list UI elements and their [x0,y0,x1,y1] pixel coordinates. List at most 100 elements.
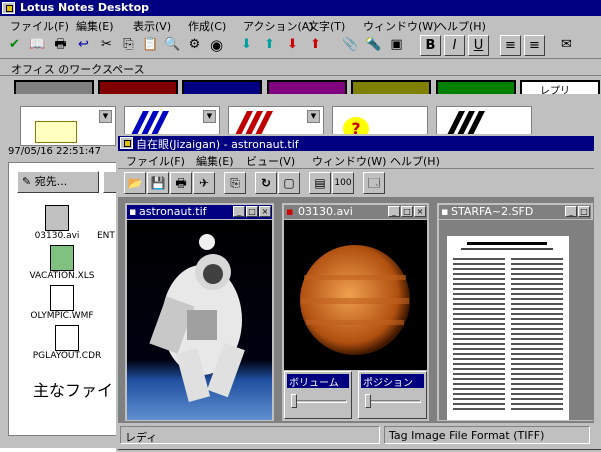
minimize-icon[interactable]: _ [233,206,245,217]
properties-icon[interactable]: ⚙ [184,35,205,56]
jizaigan-system-menu-icon[interactable] [120,137,133,149]
find-icon[interactable]: 🔍 [162,35,183,56]
align-left-icon[interactable]: ≡ [500,35,521,56]
file-item-avi[interactable]: 03130.avi [27,205,87,241]
next-unread-icon[interactable]: ⬇ [282,35,303,56]
minimize-icon[interactable]: _ [565,206,577,217]
lotus-system-menu-icon[interactable] [2,2,15,14]
maximize-icon[interactable]: □ [401,206,413,217]
document-title-bar[interactable]: ▪ STARFA~2.SFD _ □ [439,205,591,219]
thumbnail-icon[interactable]: ▤ [309,172,331,194]
prev-unread-icon[interactable]: ⬆ [305,35,326,56]
jiz-menu-file[interactable]: ファイル(F) [126,153,185,169]
main-file-heading: 主なファイ [33,381,114,400]
file-item-wmf[interactable]: OLYMPIC.WMF [27,285,97,321]
scan-icon[interactable]: ✈ [193,172,215,194]
mail-send-icon[interactable]: ✉ [556,35,577,56]
workspace-tab-1[interactable] [14,80,94,94]
astronaut-title-bar[interactable]: ▪ astronaut.tif _ □ × [127,205,272,219]
jiz-menu-help[interactable]: ヘルプ(H) [390,153,440,169]
doc-icon: ▪ [441,205,449,218]
video-window[interactable]: ▪ 03130.avi _ □ × ボリューム ポジション [281,202,430,422]
arrow-down-icon[interactable]: ⬇ [236,35,257,56]
maximize-icon[interactable]: □ [246,206,258,217]
select-icon[interactable]: ▢ [278,172,300,194]
video-title-bar[interactable]: ▪ 03130.avi _ □ × [284,205,427,219]
lotus-menu-bar: ファイル(F) 編集(E) 表示(V) 作成(C) アクション(A) 文字(T)… [0,16,601,33]
position-panel: ポジション [358,371,427,419]
workspace-tab-6[interactable] [436,80,516,94]
jizaigan-title-bar[interactable]: 自在眼(Jizaigan) - astronaut.tif [118,136,594,151]
workspace-tabs: レプリ [0,76,601,102]
paperclip-icon[interactable]: 📎 [340,35,361,56]
eye-icon[interactable]: ◉ [206,35,227,56]
close-icon[interactable]: × [414,206,426,217]
close-icon[interactable]: × [259,206,271,217]
jizaigan-mdi-client: ▪ astronaut.tif _ □ × ▪ 03130.avi _ □ × … [118,198,594,423]
check-icon[interactable]: ✔ [4,35,25,56]
db-dropdown-arrow-icon[interactable]: ▼ [307,110,320,123]
properties-icon[interactable]: 🗔 [363,172,385,194]
align-right-icon[interactable]: ≡ [524,35,545,56]
envelope-icon [35,121,77,143]
menu-file[interactable]: ファイル(F) [10,18,69,34]
rotate-icon[interactable]: ↻ [255,172,277,194]
paste-icon[interactable]: 📋 [140,35,161,56]
open-book-icon[interactable]: 📖 [27,35,48,56]
minimize-icon[interactable]: _ [388,206,400,217]
database-icon-mail[interactable]: ▼ [20,106,116,146]
menu-edit[interactable]: 編集(E) [76,18,114,34]
menu-text[interactable]: 文字(T) [308,18,345,34]
jizaigan-window-title: 自在眼(Jizaigan) - astronaut.tif [136,138,299,151]
file-name: OLYMPIC.WMF [30,311,94,321]
position-slider-thumb[interactable] [365,394,371,408]
workspace-tab-3[interactable] [182,80,262,94]
jiz-menu-window[interactable]: ウィンドウ(W) [312,153,386,169]
db-dropdown-arrow-icon[interactable]: ▼ [99,110,112,123]
print-icon[interactable]: 🖶 [50,35,71,56]
menu-view[interactable]: 表示(V) [133,18,171,34]
flashlight-icon[interactable]: 🔦 [363,35,384,56]
menu-help[interactable]: ヘルプ(H) [436,18,486,34]
volume-slider-thumb[interactable] [291,394,297,408]
db-dropdown-arrow-icon[interactable]: ▼ [203,110,216,123]
jupiter-video-frame [284,220,427,370]
jiz-menu-view[interactable]: ビュー(V) [246,153,295,169]
lotus-title-bar[interactable]: Lotus Notes Desktop [0,0,601,16]
menu-window[interactable]: ウィンドウ(W) [363,18,437,34]
bold-icon[interactable]: B [420,35,441,56]
workspace-tab-replicator[interactable]: レプリ [520,80,600,97]
arrow-up-icon[interactable]: ⬆ [259,35,280,56]
document-page-thumbnail [447,236,569,420]
underline-icon[interactable]: U [468,35,489,56]
document-window[interactable]: ▪ STARFA~2.SFD _ □ [436,202,594,422]
workspace-tab-4[interactable] [267,80,347,94]
undo-icon[interactable]: ↩ [73,35,94,56]
open-folder-icon[interactable]: 📂 [124,172,146,194]
status-right: Tag Image File Format (TIFF) [384,426,590,444]
copy-icon[interactable]: ⎘ [118,35,139,56]
file-name: VACATION.XLS [29,271,95,281]
workspace-tab-5[interactable] [351,80,431,94]
jiz-menu-edit[interactable]: 編集(E) [196,153,234,169]
cut-icon[interactable]: ✂ [96,35,117,56]
astronaut-window[interactable]: ▪ astronaut.tif _ □ × [124,202,275,422]
position-slider-track[interactable] [365,400,421,403]
italic-icon[interactable]: I [444,35,465,56]
menu-create[interactable]: 作成(C) [188,18,226,34]
menu-action[interactable]: アクション(A) [243,18,314,34]
volume-slider-track[interactable] [291,400,347,403]
file-item-xls[interactable]: VACATION.XLS [27,245,97,281]
copy-icon[interactable]: ⎘ [224,172,246,194]
address-button[interactable]: ✎ 宛先... [17,171,99,193]
image-view-icon[interactable]: ▣ [386,35,407,56]
save-icon[interactable]: 💾 [147,172,169,194]
zoom-100-button[interactable]: 100 [332,172,354,194]
file-item-cdr[interactable]: PGLAYOUT.CDR [27,325,107,361]
volume-label: ボリューム [287,374,349,389]
maximize-icon[interactable]: □ [578,206,590,217]
astronaut-title: astronaut.tif [139,205,207,218]
workspace-tab-2[interactable] [98,80,178,94]
document-view [439,220,593,420]
print-icon[interactable]: 🖶 [170,172,192,194]
